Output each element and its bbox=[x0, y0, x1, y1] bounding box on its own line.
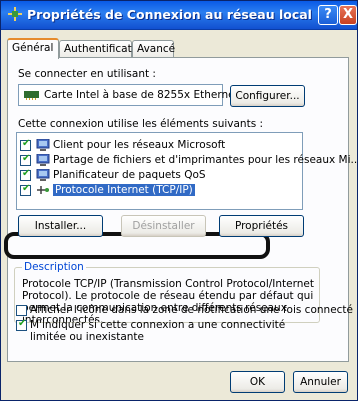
component-label: Partage de fichiers et d'imprimantes pou… bbox=[53, 154, 358, 166]
cancel-button[interactable]: Annuler bbox=[293, 371, 348, 393]
components-label: Cette connexion utilise les éléments sui… bbox=[18, 118, 264, 130]
configure-button[interactable]: Configurer... bbox=[230, 85, 305, 107]
close-button[interactable]: X bbox=[339, 5, 357, 25]
component-checkbox[interactable]: ✔ bbox=[20, 168, 31, 181]
ok-button[interactable]: OK bbox=[230, 371, 285, 393]
component-checkbox[interactable]: ✔ bbox=[20, 138, 31, 151]
connect-using-label: Se connecter en utilisant : bbox=[18, 68, 156, 80]
limited-connectivity-checkbox[interactable]: ✔ bbox=[16, 318, 27, 331]
network-card-icon bbox=[24, 91, 39, 100]
adapter-field: Carte Intel à base de 8255x Ethernet bbox=[18, 84, 239, 106]
description-title: Description bbox=[22, 261, 86, 273]
install-button[interactable]: Installer... bbox=[18, 215, 103, 237]
component-label: Client pour les réseaux Microsoft bbox=[53, 139, 226, 151]
tab-authentication[interactable]: Authentification bbox=[59, 40, 148, 58]
adapter-name: Carte Intel à base de 8255x Ethernet bbox=[44, 89, 239, 101]
notify-label: Afficher l'icône dans la zone de notific… bbox=[30, 304, 354, 316]
components-list[interactable]: ✔ Client pour les réseaux Microsoft ✔ Pa… bbox=[16, 132, 358, 210]
window-title: Propriétés de Connexion au réseau local bbox=[27, 7, 312, 22]
properties-window: Propriétés de Connexion au réseau local … bbox=[0, 0, 358, 401]
limited-connectivity-label: M'indiquer si cette connexion a une conn… bbox=[30, 319, 286, 343]
limited-connectivity-option[interactable]: ✔ M'indiquer si cette connexion a une con… bbox=[16, 318, 306, 343]
component-label: Planificateur de paquets QoS bbox=[53, 169, 206, 181]
uninstall-button[interactable]: Désinstaller bbox=[121, 215, 206, 237]
properties-button[interactable]: Propriétés bbox=[219, 215, 304, 237]
network-connection-icon bbox=[8, 7, 22, 21]
component-checkbox[interactable]: ✔ bbox=[20, 183, 31, 196]
protocol-icon bbox=[37, 186, 49, 194]
help-button[interactable]: ? bbox=[318, 5, 338, 25]
component-label-selected: Protocole Internet (TCP/IP) bbox=[53, 184, 195, 196]
scheduler-icon bbox=[36, 169, 50, 181]
title-bar[interactable]: Propriétés de Connexion au réseau local … bbox=[1, 1, 357, 30]
share-icon bbox=[36, 154, 50, 166]
component-checkbox[interactable]: ✔ bbox=[20, 153, 31, 166]
notify-option[interactable]: Afficher l'icône dans la zone de notific… bbox=[16, 304, 353, 316]
notify-checkbox[interactable] bbox=[16, 305, 27, 316]
client-icon bbox=[36, 139, 50, 151]
tab-general[interactable]: Général bbox=[7, 38, 59, 59]
tab-advanced[interactable]: Avancé bbox=[132, 40, 175, 58]
